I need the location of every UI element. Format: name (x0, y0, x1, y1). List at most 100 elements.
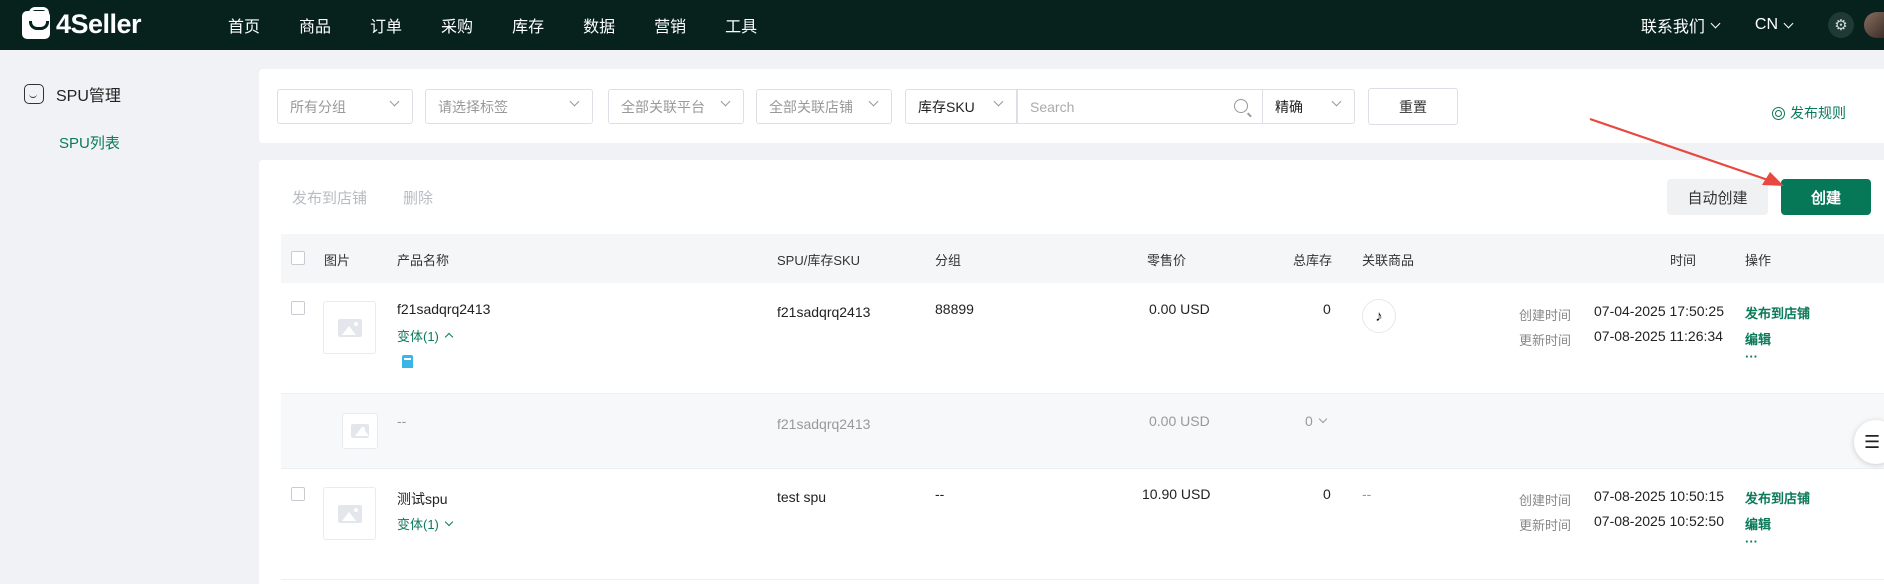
nav-item-purchasing[interactable]: 采购 (441, 13, 473, 37)
sidebar-group-label: SPU管理 (56, 88, 121, 105)
settings-gear-icon[interactable]: ⚙ (1828, 12, 1854, 38)
search-input[interactable]: Search (1017, 89, 1262, 124)
tag-select-placeholder: 请选择标签 (438, 98, 508, 115)
updated-time: 07-08-2025 10:52:50 (1594, 513, 1724, 529)
chevron-down-icon (444, 517, 454, 526)
nav-item-orders[interactable]: 订单 (370, 13, 402, 37)
match-mode-select[interactable]: 精确 (1262, 89, 1355, 124)
variant-toggle[interactable]: 变体(1) (397, 326, 454, 345)
variant-price: 0.00 USD (1149, 413, 1210, 429)
bulk-delete-button[interactable]: 删除 (403, 187, 433, 208)
search-icon[interactable] (1234, 99, 1248, 113)
chevron-down-icon (569, 96, 580, 107)
app-logo[interactable]: 4Seller (22, 6, 142, 40)
header-stock: 总库存 (1293, 253, 1333, 268)
store-select-placeholder: 全部关联店铺 (769, 98, 853, 115)
store-select[interactable]: 全部关联店铺 (756, 89, 892, 124)
variant-image (342, 413, 378, 449)
image-placeholder-icon (337, 318, 362, 337)
language-label: CN (1754, 16, 1778, 33)
product-name[interactable]: 测试spu (397, 489, 448, 509)
header-group: 分组 (935, 253, 962, 268)
group-value: -- (935, 486, 945, 502)
table-row: f21sadqrq2413 变体(1) f21sadqrq2413 88899 … (281, 283, 1884, 394)
auto-create-button[interactable]: 自动创建 (1667, 179, 1768, 215)
image-placeholder-icon (351, 424, 369, 438)
row-checkbox[interactable] (291, 487, 305, 501)
retail-price: 0.00 USD (1149, 301, 1210, 317)
variant-toggle[interactable]: 变体(1) (397, 514, 454, 533)
variant-stock-dropdown[interactable]: 0 (1305, 413, 1328, 429)
settings-icon (1772, 106, 1785, 120)
created-time-label: 创建时间 (1519, 493, 1572, 508)
chevron-down-icon (1710, 18, 1721, 28)
group-select[interactable]: 所有分组 (277, 89, 413, 124)
contact-us-dropdown[interactable]: 联系我们 (1640, 13, 1721, 37)
chevron-down-icon (993, 96, 1004, 107)
publish-rules-label: 发布规则 (1790, 105, 1846, 121)
publish-to-store-link[interactable]: 发布到店铺 (1745, 303, 1810, 322)
spu-sku: f21sadqrq2413 (777, 304, 871, 320)
nav-item-home[interactable]: 首页 (228, 13, 260, 37)
retail-price: 10.90 USD (1142, 486, 1211, 502)
nav-item-products[interactable]: 商品 (299, 13, 331, 37)
spu-sku: test spu (777, 489, 827, 505)
sidebar: SPU管理 SPU列表 (0, 50, 243, 584)
language-dropdown[interactable]: CN (1754, 16, 1794, 34)
sidebar-item-spu-list[interactable]: SPU列表 (59, 132, 120, 153)
create-button[interactable]: 创建 (1781, 179, 1871, 215)
header-price: 零售价 (1147, 253, 1187, 268)
top-navbar: 4Seller 首页 商品 订单 采购 库存 数据 营销 工具 联系我们 CN … (0, 0, 1884, 50)
variant-name: -- (397, 413, 407, 429)
edit-link[interactable]: 编辑 (1745, 329, 1771, 348)
nav-item-inventory[interactable]: 库存 (512, 13, 544, 37)
filter-panel: 所有分组 请选择标签 全部关联平台 全部关联店铺 库存SKU Search 精确… (259, 69, 1884, 143)
header-sku: SPU/库存SKU (777, 253, 861, 268)
publish-to-store-link[interactable]: 发布到店铺 (1745, 488, 1810, 507)
created-time-label: 创建时间 (1519, 308, 1572, 323)
top-right-controls: 联系我们 CN ⚙ (1641, 0, 1884, 50)
table-header: 图片 产品名称 SPU/库存SKU 分组 零售价 总库存 关联商品 时间 操作 (281, 234, 1884, 283)
tag-bookmark-icon[interactable] (402, 355, 413, 368)
more-actions-button[interactable]: ··· (1745, 534, 1758, 549)
more-actions-button[interactable]: ··· (1745, 349, 1758, 364)
group-select-placeholder: 所有分组 (290, 98, 346, 115)
bag-icon (24, 84, 44, 104)
product-name[interactable]: f21sadqrq2413 (397, 301, 490, 317)
platform-select[interactable]: 全部关联平台 (608, 89, 744, 124)
search-field-select[interactable]: 库存SKU (905, 89, 1017, 124)
select-all-checkbox[interactable] (291, 251, 305, 265)
sidebar-group-spu[interactable]: SPU管理 (24, 82, 121, 106)
nav-item-data[interactable]: 数据 (583, 13, 615, 37)
image-placeholder-icon (337, 504, 362, 523)
total-stock: 0 (1323, 301, 1331, 317)
updated-time-label: 更新时间 (1519, 518, 1572, 533)
variant-sku: f21sadqrq2413 (777, 416, 871, 432)
nav-item-marketing[interactable]: 营销 (654, 13, 686, 37)
publish-rules-link[interactable]: 发布规则 (1772, 103, 1846, 123)
header-image: 图片 (324, 253, 351, 268)
edit-link[interactable]: 编辑 (1745, 514, 1771, 533)
chevron-down-icon (1318, 414, 1328, 424)
variant-label: 变体(1) (397, 517, 439, 532)
logo-text: 4Seller (56, 9, 142, 39)
product-image (323, 487, 376, 540)
row-checkbox[interactable] (291, 301, 305, 315)
chevron-down-icon (1331, 96, 1342, 107)
chevron-down-icon (1783, 18, 1794, 28)
tiktok-icon[interactable]: ♪ (1362, 299, 1396, 333)
search-field-label: 库存SKU (918, 98, 975, 115)
linked-products: -- (1362, 486, 1372, 502)
platform-select-placeholder: 全部关联平台 (621, 98, 705, 115)
created-time: 07-04-2025 17:50:25 (1594, 303, 1724, 319)
user-avatar[interactable] (1864, 12, 1884, 38)
reset-button[interactable]: 重置 (1368, 88, 1458, 125)
product-image (323, 301, 376, 354)
nav-item-tools[interactable]: 工具 (725, 13, 757, 37)
tag-select[interactable]: 请选择标签 (425, 89, 593, 124)
bulk-publish-button[interactable]: 发布到店铺 (292, 187, 367, 208)
header-time: 时间 (1670, 253, 1697, 268)
table-row: 测试spu 变体(1) test spu -- 10.90 USD 0 -- 创… (281, 469, 1884, 580)
header-linked: 关联商品 (1362, 253, 1415, 268)
contact-us-label: 联系我们 (1640, 19, 1705, 36)
